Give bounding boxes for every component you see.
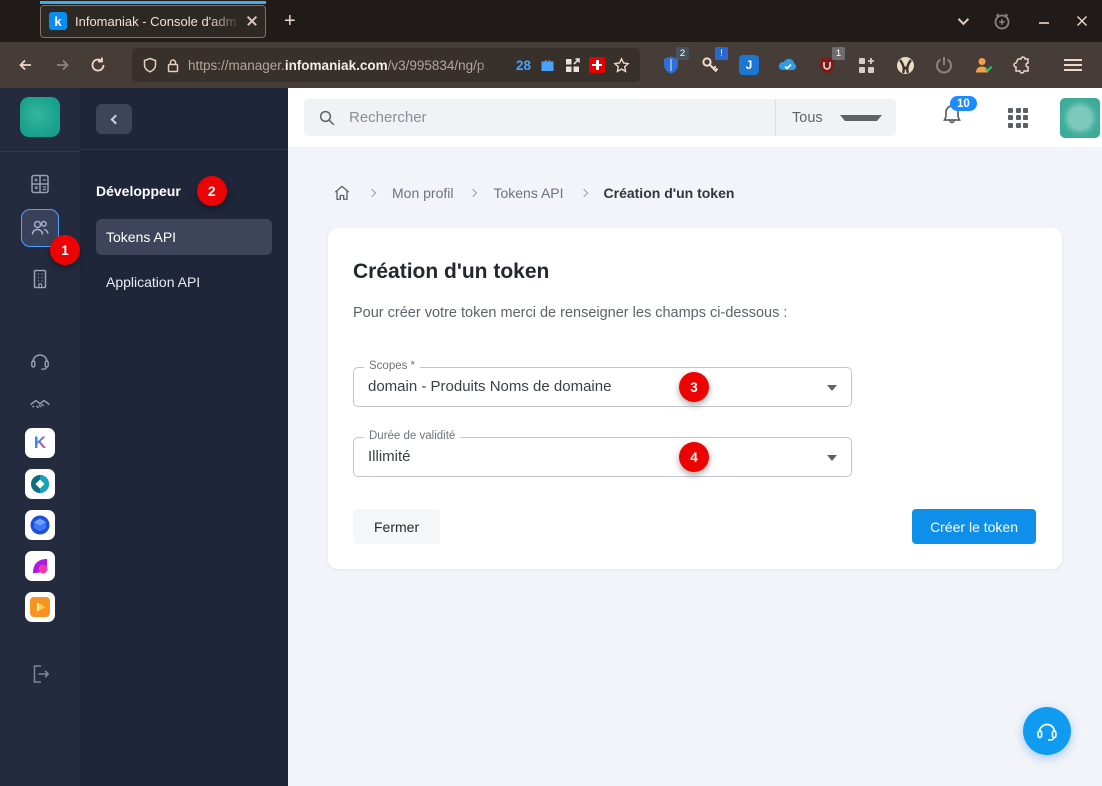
search-icon	[319, 110, 335, 125]
token-creation-card: Création d'un token Pour créer votre tok…	[328, 228, 1062, 569]
secondary-sidebar: Développeur 2 Tokens API Application API	[80, 88, 288, 786]
extension-icons: 2 ! J 1	[660, 47, 1082, 76]
swiss-flag-icon[interactable]	[589, 57, 605, 73]
annotation-badge-3: 3	[679, 372, 709, 402]
kdrive-app-icon[interactable]	[25, 469, 55, 499]
chevron-right-icon	[579, 188, 588, 198]
sidebar-item-tokens-api[interactable]: Tokens API	[96, 219, 272, 255]
url-text: https://manager.infomaniak.com/v3/995834…	[188, 57, 485, 73]
headset-icon	[1037, 723, 1057, 741]
chevron-down-icon	[827, 455, 837, 461]
reload-button[interactable]	[82, 49, 114, 81]
joplin-extension-icon[interactable]: J	[738, 54, 760, 76]
app-launcher-button[interactable]	[1008, 107, 1028, 128]
page-content: Mon profil Tokens API Création d'un toke…	[288, 147, 1102, 786]
divider	[80, 149, 288, 150]
shield-extension-icon[interactable]: 2	[660, 47, 689, 76]
chevron-right-icon	[367, 188, 377, 198]
scopes-select[interactable]: Scopes * domain - Produits Noms de domai…	[353, 360, 852, 407]
user-check-extension-icon[interactable]	[972, 54, 994, 76]
search-scope-select[interactable]: Tous	[776, 110, 896, 126]
panel-heading: Développeur	[96, 183, 181, 199]
back-button[interactable]	[10, 49, 42, 81]
ublock-extension-icon[interactable]: 1	[816, 47, 845, 76]
container-tab-count: 28	[515, 57, 531, 73]
close-window-button[interactable]	[1076, 15, 1088, 27]
page-title: Création d'un token	[353, 260, 550, 283]
menu-hamburger-icon[interactable]	[1064, 59, 1082, 71]
validity-label: Durée de validité	[364, 430, 461, 442]
bookmark-star-icon[interactable]	[613, 56, 630, 74]
breadcrumb: Mon profil Tokens API Création d'un toke…	[288, 147, 1102, 203]
browser-tab[interactable]: k Infomaniak - Console d'adm	[40, 0, 266, 38]
tab-title: Infomaniak - Console d'adm	[75, 13, 237, 29]
tracking-shield-icon[interactable]	[142, 57, 158, 73]
browser-toolbar: https://manager.infomaniak.com/v3/995834…	[0, 42, 1102, 88]
validity-value: Illimité	[368, 448, 411, 465]
user-avatar[interactable]	[1060, 97, 1100, 138]
cloud-extension-icon[interactable]	[777, 54, 799, 76]
forward-button[interactable]	[46, 49, 78, 81]
organization-building-icon[interactable]	[28, 267, 52, 291]
products-calculator-icon[interactable]	[28, 172, 52, 196]
search-bar[interactable]: Tous	[304, 99, 896, 136]
users-icon	[31, 220, 49, 235]
browser-window: k Infomaniak - Console d'adm + https://m…	[0, 0, 1102, 786]
power-extension-icon[interactable]	[933, 54, 955, 76]
app-topbar: Tous 10	[288, 88, 1102, 147]
url-bar[interactable]: https://manager.infomaniak.com/v3/995834…	[132, 48, 640, 82]
home-icon[interactable]	[332, 183, 352, 203]
breadcrumb-tokens-api[interactable]: Tokens API	[493, 185, 563, 201]
grid-plus-extension-icon[interactable]	[855, 54, 877, 76]
card-intro-text: Pour créer votre token merci de renseign…	[353, 305, 788, 321]
chevron-left-icon	[110, 114, 121, 124]
partner-handshake-icon[interactable]	[28, 393, 52, 417]
page-actions-icon[interactable]	[564, 57, 581, 74]
chevron-down-icon	[840, 114, 882, 121]
annotation-badge-2: 2	[196, 176, 227, 206]
notifications-button[interactable]: 10	[940, 96, 977, 132]
search-input[interactable]	[349, 109, 775, 126]
scopes-value: domain - Produits Noms de domaine	[368, 378, 612, 395]
support-headset-icon[interactable]	[28, 349, 52, 373]
chevron-down-icon	[827, 385, 837, 391]
tab-list-chevron-icon[interactable]	[957, 13, 970, 26]
breadcrumb-current: Création d'un token	[603, 185, 735, 201]
collapse-panel-button[interactable]	[96, 104, 132, 134]
minimize-button[interactable]	[1038, 15, 1050, 27]
privacy-badger-extension-icon[interactable]	[894, 54, 916, 76]
annotation-badge-1: 1	[50, 235, 80, 265]
new-tab-button[interactable]: +	[284, 10, 296, 33]
infomaniak-logo[interactable]	[20, 97, 60, 137]
tab-close-icon[interactable]	[247, 16, 257, 26]
breadcrumb-mon-profil[interactable]: Mon profil	[392, 185, 453, 201]
ksuite-app-icon[interactable]: K	[25, 428, 55, 458]
scopes-label: Scopes *	[364, 360, 421, 372]
lock-icon[interactable]	[166, 58, 180, 73]
logout-icon[interactable]	[28, 662, 52, 686]
chevron-right-icon	[469, 188, 478, 198]
key-extension-icon[interactable]: !	[699, 47, 728, 76]
vod-play-app-icon[interactable]	[25, 592, 55, 622]
sidebar-item-users-active[interactable]: 1	[21, 209, 80, 265]
briefcase-container-icon	[541, 59, 554, 71]
sidebar-item-application-api[interactable]: Application API	[96, 264, 272, 300]
close-button[interactable]: Fermer	[353, 509, 441, 544]
divider	[0, 151, 80, 152]
validity-select[interactable]: Durée de validité Illimité 4	[353, 430, 852, 477]
support-chat-button[interactable]	[1023, 707, 1071, 755]
infomaniak-favicon: k	[49, 12, 67, 30]
alarm-extension-icon[interactable]	[992, 11, 1012, 31]
annotation-badge-4: 4	[679, 442, 709, 472]
primary-sidebar: 1 K	[0, 88, 80, 786]
create-token-button[interactable]: Créer le token	[912, 509, 1036, 544]
browser-titlebar: k Infomaniak - Console d'adm +	[0, 0, 1102, 42]
kmeet-app-icon[interactable]	[25, 551, 55, 581]
puzzle-extensions-icon[interactable]	[1011, 54, 1033, 76]
kchat-cube-app-icon[interactable]	[25, 510, 55, 540]
notification-count-badge: 10	[950, 96, 977, 111]
